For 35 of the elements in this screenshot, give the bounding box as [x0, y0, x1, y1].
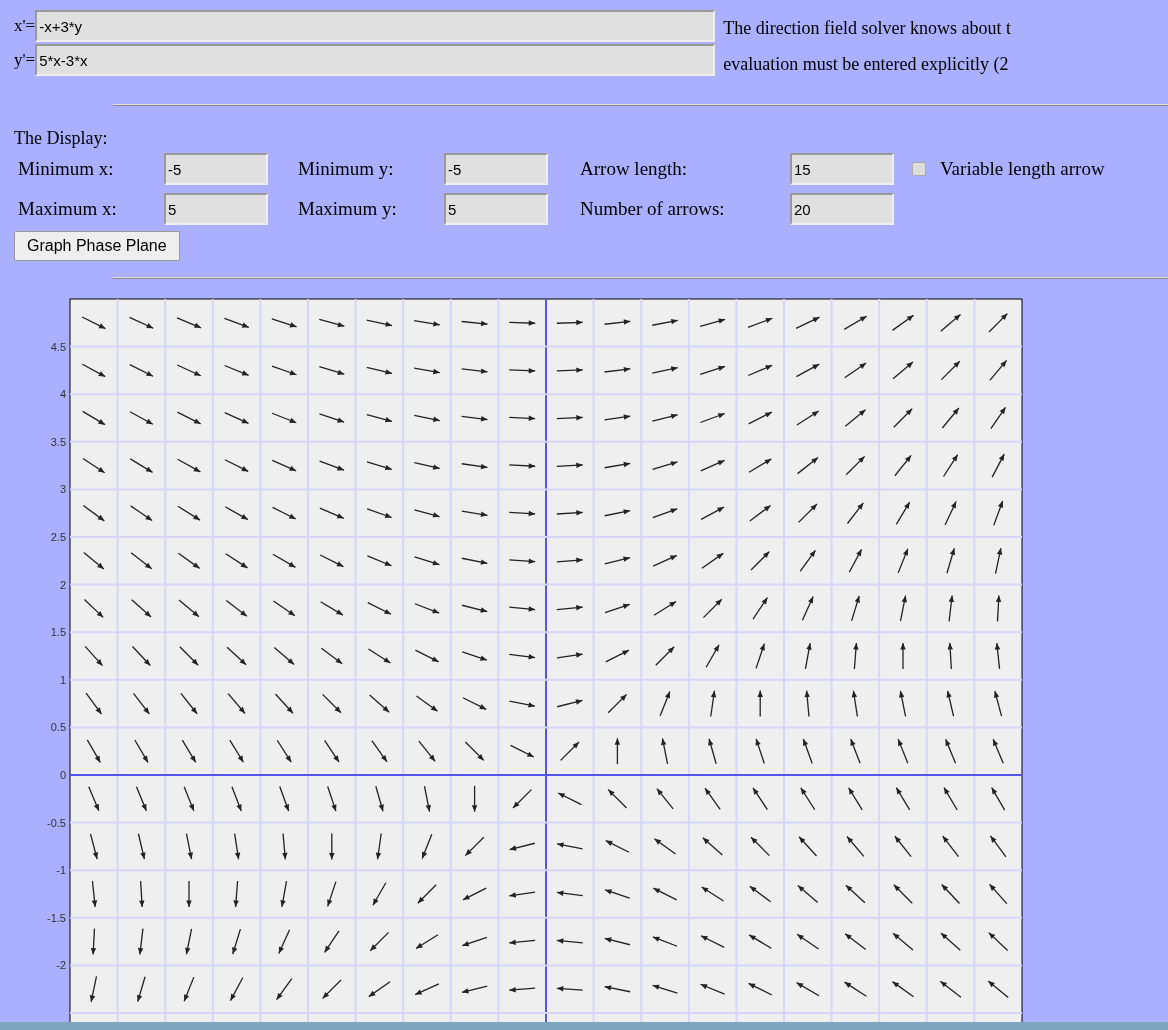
- help-text: The direction field solver knows about t: [723, 17, 1012, 40]
- equation-label: x'=: [14, 16, 36, 36]
- checkbox-label: Variable length arrow: [940, 158, 1105, 180]
- axis-label: 2: [59, 578, 66, 591]
- equation-field[interactable]: -x+3*y: [35, 10, 716, 42]
- axis-label: 0.5: [50, 721, 66, 734]
- axis-label: 2.5: [50, 531, 66, 543]
- axis-label: 0: [59, 769, 66, 781]
- axis-label: 1: [59, 673, 66, 686]
- field-label: Arrow length:: [580, 158, 689, 180]
- help-text: evaluation must be entered explicitly (2: [723, 53, 1010, 76]
- input-field[interactable]: 15: [790, 153, 894, 185]
- input-field[interactable]: 5: [164, 193, 268, 225]
- axis-label: -1.5: [47, 911, 66, 924]
- axis-label: 3: [59, 483, 66, 496]
- equation-field[interactable]: 5*x-3*x: [35, 44, 716, 76]
- field-label: Minimum x:: [18, 158, 115, 180]
- field-label: Number of arrows:: [580, 198, 726, 220]
- axis-label: 4.5: [50, 340, 66, 353]
- axis-label: 1.5: [50, 626, 66, 639]
- axis-label: -0.5: [47, 816, 66, 829]
- axis-label: -2: [56, 959, 66, 972]
- axis-label: 3.5: [50, 435, 66, 448]
- axis-label: -1: [56, 864, 66, 877]
- equation-label: y'=: [14, 50, 36, 70]
- input-field[interactable]: 5: [444, 193, 548, 225]
- section-heading: The Display:: [14, 128, 109, 149]
- axis-label: 4: [59, 388, 66, 401]
- field-label: Maximum x:: [18, 198, 118, 220]
- input-field[interactable]: 20: [790, 193, 894, 225]
- field-label: Maximum y:: [298, 198, 398, 220]
- input-field[interactable]: -5: [444, 153, 548, 185]
- field-label: Minimum y:: [298, 158, 395, 180]
- input-field[interactable]: -5: [164, 153, 268, 185]
- graph-button[interactable]: Graph Phase Plane: [14, 231, 180, 261]
